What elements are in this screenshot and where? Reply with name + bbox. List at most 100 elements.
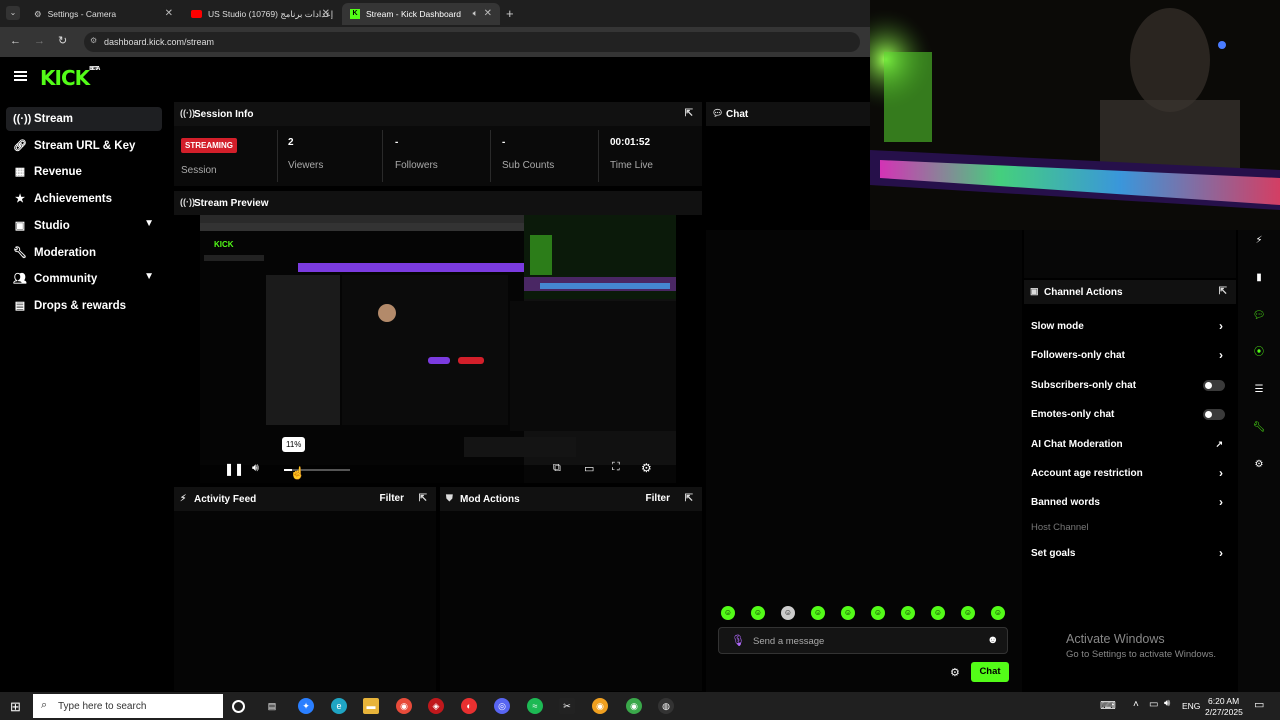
- clock-time[interactable]: 6:20 AM: [1208, 696, 1239, 706]
- settings-icon[interactable]: ⚙: [641, 461, 652, 475]
- task-view-icon[interactable]: ▤: [264, 698, 280, 714]
- pause-icon[interactable]: ❚❚: [224, 462, 244, 476]
- close-icon[interactable]: ✕: [322, 8, 330, 19]
- back-icon[interactable]: ←: [10, 35, 21, 47]
- fullscreen-icon[interactable]: ⛶: [612, 461, 620, 474]
- reload-icon[interactable]: ↻: [58, 34, 67, 47]
- pip-icon[interactable]: ⧉: [553, 462, 561, 475]
- sidebar-item-studio[interactable]: ▣ Studio ▼: [6, 214, 162, 238]
- settings-icon[interactable]: ⚙: [1248, 454, 1270, 476]
- notification-icon[interactable]: ▭: [1254, 698, 1264, 711]
- close-icon[interactable]: ✕: [165, 8, 173, 19]
- sidebar-item-moderation[interactable]: 🔧︎ Moderation: [6, 241, 162, 265]
- slow-mode-row[interactable]: Slow mode ›: [1031, 317, 1231, 335]
- filter-button[interactable]: Filter: [646, 493, 670, 504]
- banned-words-row[interactable]: Banned words ›: [1031, 493, 1231, 511]
- volume-icon[interactable]: 🔊︎: [1164, 698, 1170, 709]
- app-icon[interactable]: ◈: [428, 698, 444, 714]
- emote-icon[interactable]: ☺: [901, 606, 915, 620]
- sidebar-item-drops-rewards[interactable]: ▤ Drops & rewards: [6, 294, 162, 318]
- wrench-icon: 🔧︎: [13, 247, 27, 259]
- speaker-icon[interactable]: 🔈︎: [473, 8, 478, 19]
- shield-icon: ⛊: [446, 493, 453, 503]
- panel-title: Mod Actions: [460, 493, 520, 505]
- ai-chat-moderation-row[interactable]: AI Chat Moderation ↗: [1031, 435, 1231, 453]
- clock-date[interactable]: 2/27/2025: [1205, 707, 1243, 717]
- tab-youtube-studio[interactable]: US Studio إعدادات برنامج (10769) ✕: [183, 3, 338, 25]
- file-explorer-icon[interactable]: ▬: [363, 698, 379, 714]
- subscribers-only-toggle[interactable]: [1203, 380, 1225, 391]
- keyboard-icon[interactable]: ⌨: [1100, 699, 1116, 712]
- tray-chevron-icon[interactable]: ˄: [1133, 699, 1139, 710]
- sidebar-item-stream-url-key[interactable]: 🔗︎ Stream URL & Key: [6, 134, 162, 158]
- taskbar-search-box[interactable]: ⌕ Type here to search: [33, 694, 223, 718]
- emote-icon[interactable]: ☺: [991, 606, 1005, 620]
- windows-start-icon[interactable]: ⊞: [10, 699, 21, 715]
- layout-icon[interactable]: ☰: [1248, 379, 1270, 401]
- emoji-picker-icon[interactable]: ☻: [987, 634, 999, 646]
- site-info-icon[interactable]: ⚙: [90, 36, 97, 45]
- wrench-icon[interactable]: 🔧︎: [1248, 417, 1270, 439]
- emote-icon[interactable]: ☺: [871, 606, 885, 620]
- stat-label: Sub Counts: [502, 160, 555, 171]
- edge-icon[interactable]: e: [331, 698, 347, 714]
- emote-icon[interactable]: ☺: [751, 606, 765, 620]
- set-goals-row[interactable]: Set goals ›: [1031, 544, 1231, 562]
- spotify-icon[interactable]: ≈: [527, 698, 543, 714]
- popout-icon[interactable]: ⇱: [1219, 286, 1227, 297]
- emote-icon[interactable]: ☺: [841, 606, 855, 620]
- url-field[interactable]: ⚙ dashboard.kick.com/stream: [84, 32, 860, 52]
- stream-preview-video[interactable]: KICK 11% ❚❚ 🔊︎ ☝ ⧉ ▭ ⛶ ⚙: [200, 215, 676, 483]
- tab-kick-dashboard[interactable]: K Stream - Kick Dashboard 🔈︎ ✕: [342, 3, 500, 25]
- volume-icon[interactable]: 🔊︎: [252, 462, 259, 475]
- popout-icon[interactable]: ⇱: [419, 493, 427, 504]
- chat-message-input[interactable]: 🎙︎ Send a message ☻: [718, 627, 1008, 654]
- youtube-icon: [191, 10, 202, 18]
- capcut-icon[interactable]: ✂: [559, 698, 575, 714]
- popout-icon[interactable]: ⇱: [685, 493, 693, 504]
- copilot-icon[interactable]: ✦: [298, 698, 314, 714]
- clipboard-icon[interactable]: ▮: [1248, 267, 1270, 289]
- emote-icon[interactable]: ☺: [721, 606, 735, 620]
- broadcast-icon[interactable]: ⦿: [1248, 342, 1270, 364]
- emotes-only-toggle[interactable]: [1203, 409, 1225, 420]
- microphone-icon[interactable]: 🎙︎: [731, 634, 745, 647]
- sidebar-item-achievements[interactable]: ★ Achievements: [6, 187, 162, 211]
- account-age-restriction-row[interactable]: Account age restriction ›: [1031, 464, 1231, 482]
- sidebar-item-label: Studio: [34, 220, 70, 232]
- kick-logo[interactable]: KICKBETA: [40, 66, 100, 90]
- chat-send-button[interactable]: Chat: [971, 662, 1009, 682]
- sidebar-item-revenue[interactable]: ▦ Revenue: [6, 160, 162, 184]
- chrome-active-icon[interactable]: ◉: [626, 698, 642, 714]
- emote-icon[interactable]: ☺: [931, 606, 945, 620]
- obs-icon[interactable]: ◍: [658, 698, 674, 714]
- lightning-icon[interactable]: ⚡︎: [1248, 230, 1270, 252]
- chat-settings-icon[interactable]: ⚙: [950, 666, 960, 679]
- emote-icon[interactable]: ☺: [781, 606, 795, 620]
- sidebar-item-community[interactable]: 👥︎ Community ▼: [6, 267, 162, 291]
- tab-settings-camera[interactable]: ⚙ Settings - Camera ✕: [26, 3, 181, 25]
- app-icon[interactable]: ◐: [461, 698, 477, 714]
- emote-icon[interactable]: ☺: [811, 606, 825, 620]
- new-tab-button[interactable]: +: [506, 6, 514, 21]
- tab-list-dropdown-icon[interactable]: ⌄: [6, 6, 20, 20]
- forward-icon[interactable]: →: [34, 35, 45, 47]
- emote-icon[interactable]: ☺: [961, 606, 975, 620]
- chrome-canary-icon[interactable]: ◉: [592, 698, 608, 714]
- chevron-down-icon[interactable]: ▼: [144, 271, 154, 282]
- followers-only-chat-row[interactable]: Followers-only chat ›: [1031, 346, 1231, 364]
- cortana-icon[interactable]: [232, 700, 245, 713]
- close-icon[interactable]: ✕: [484, 8, 492, 19]
- chevron-down-icon[interactable]: ▼: [144, 218, 154, 229]
- hamburger-menu-icon[interactable]: [14, 71, 27, 81]
- network-icon[interactable]: ▭: [1149, 699, 1158, 710]
- panel-title: Session Info: [194, 108, 254, 120]
- chat-bubble-icon[interactable]: 💬︎: [1248, 305, 1270, 327]
- popout-icon[interactable]: ⇱: [685, 108, 693, 119]
- discord-icon[interactable]: ◎: [494, 698, 510, 714]
- language-indicator[interactable]: ENG: [1182, 701, 1200, 711]
- theater-mode-icon[interactable]: ▭: [584, 462, 594, 475]
- filter-button[interactable]: Filter: [380, 493, 404, 504]
- chrome-icon[interactable]: ◉: [396, 698, 412, 714]
- sidebar-item-stream[interactable]: ((·)) Stream: [6, 107, 162, 131]
